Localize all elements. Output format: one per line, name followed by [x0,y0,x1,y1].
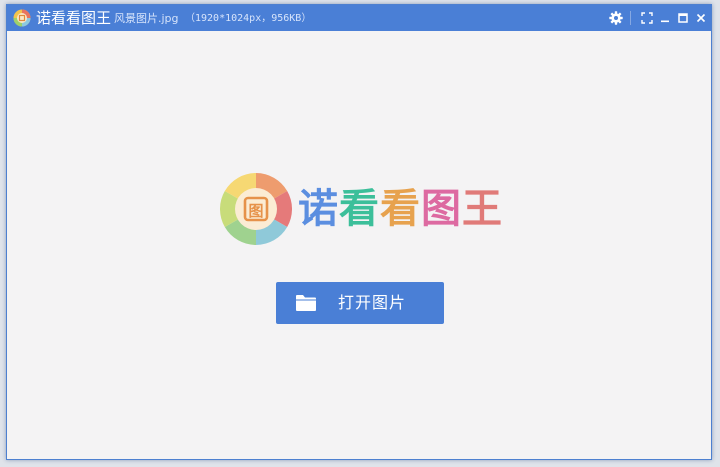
close-icon [696,13,706,23]
titlebar-separator [630,11,631,25]
app-logo: 图 诺看看图王 [220,173,510,245]
main-content: 图 诺看看图王 打开图片 [7,31,711,459]
open-image-button[interactable]: 打开图片 [276,282,444,324]
folder-icon [296,295,316,311]
title-bar[interactable]: 诺看看图王 风景图片.jpg （1920*1024px，956KB） [7,5,711,31]
app-title: 诺看看图王 [36,9,112,27]
minimize-icon [661,20,669,23]
gear-icon [609,11,623,25]
logo-wordmark: 诺看看图王 [298,183,503,235]
logo-char-4: 图 [421,186,462,232]
logo-char-2: 看 [339,186,380,232]
fullscreen-icon [641,12,653,24]
fullscreen-button[interactable] [638,9,656,27]
logo-char-5: 王 [462,186,503,232]
logo-char-1: 诺 [298,186,339,232]
maximize-button[interactable] [674,9,692,27]
logo-mark-char: 图 [248,202,263,220]
file-info: （1920*1024px，956KB） [185,13,312,24]
logo-char-3: 看 [380,186,421,232]
app-window: 诺看看图王 风景图片.jpg （1920*1024px，956KB） 图 诺看看… [6,4,712,460]
open-image-label: 打开图片 [338,293,407,312]
app-logo-mark-icon: 图 [220,173,292,245]
app-logo-icon [13,9,31,27]
close-button[interactable] [692,9,710,27]
minimize-button[interactable] [656,9,674,27]
settings-button[interactable] [607,9,625,27]
maximize-icon [678,13,688,23]
file-name: 风景图片.jpg [114,12,179,25]
